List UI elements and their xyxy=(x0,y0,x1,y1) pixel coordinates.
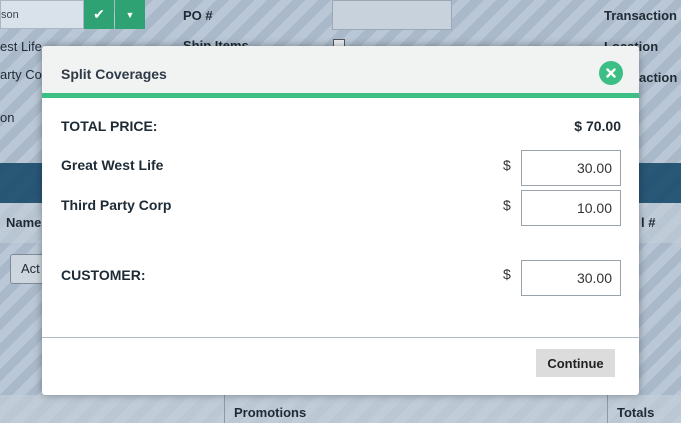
close-button[interactable] xyxy=(599,61,623,85)
transaction-label: Transaction xyxy=(604,8,677,23)
total-price-label: TOTAL PRICE: xyxy=(61,118,158,134)
background-combo[interactable]: son xyxy=(0,0,84,29)
dialog-title: Split Coverages xyxy=(61,66,167,82)
background-column-divider xyxy=(607,395,608,423)
last-column-header: l # xyxy=(641,215,656,230)
checkmark-icon: ✔ xyxy=(93,6,105,22)
coverage-label-third-party-corp: Third Party Corp xyxy=(61,197,172,213)
dialog-header: Split Coverages xyxy=(42,46,639,98)
coverage-label-great-west-life: Great West Life xyxy=(61,157,164,173)
close-icon xyxy=(606,68,616,78)
po-input[interactable] xyxy=(332,0,452,30)
totals-column-header: Totals xyxy=(617,405,655,420)
background-footer-row xyxy=(0,395,681,423)
po-label: PO # xyxy=(183,8,213,23)
promotions-column-header: Promotions xyxy=(234,405,307,420)
customer-amount-input[interactable] xyxy=(521,260,621,296)
transaction2-label: action xyxy=(639,70,678,85)
background-column-divider xyxy=(224,395,225,423)
background-on-label: on xyxy=(0,110,15,125)
total-price-value: $ 70.00 xyxy=(574,118,621,134)
background-combo-text: son xyxy=(1,9,19,21)
currency-symbol: $ xyxy=(503,157,511,173)
caret-down-icon: ▼ xyxy=(125,9,135,20)
background-confirm-button[interactable]: ✔ xyxy=(84,0,114,29)
currency-symbol: $ xyxy=(503,266,511,282)
dialog-divider xyxy=(42,337,639,338)
continue-button[interactable]: Continue xyxy=(536,349,615,377)
name-column-header: Name xyxy=(6,215,42,230)
great-west-life-amount-input[interactable] xyxy=(521,150,621,186)
customer-label: CUSTOMER: xyxy=(61,267,146,283)
background-action-label: Act xyxy=(21,261,40,276)
background-west-life: est Life xyxy=(0,39,42,54)
background-dropdown-button[interactable]: ▼ xyxy=(115,0,145,29)
background-party-co: arty Co xyxy=(0,67,42,82)
third-party-corp-amount-input[interactable] xyxy=(521,190,621,226)
currency-symbol: $ xyxy=(503,197,511,213)
split-coverages-dialog: Split Coverages TOTAL PRICE: $ 70.00 Gre… xyxy=(42,46,639,395)
